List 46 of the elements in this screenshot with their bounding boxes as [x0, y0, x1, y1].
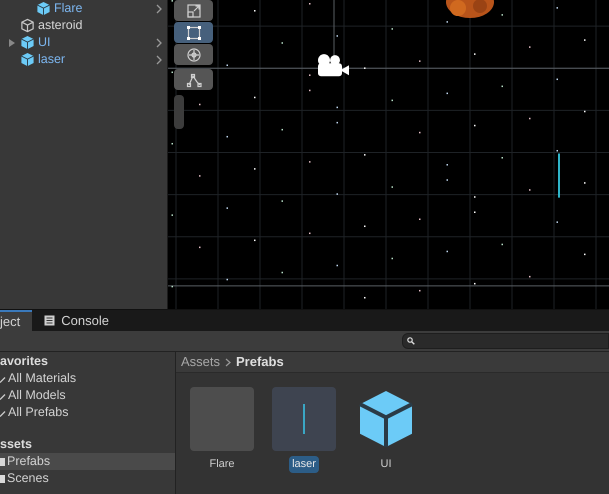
chevron-right-icon: [225, 358, 232, 366]
transform-tool-icon: [186, 46, 202, 62]
panel-tab[interactable]: Console: [32, 310, 121, 331]
folder-icon: [0, 474, 5, 482]
scene-handle[interactable]: [174, 95, 184, 129]
hierarchy-row[interactable]: asteroid: [0, 17, 167, 34]
hierarchy-item[interactable]: laser: [38, 53, 66, 66]
scene-tool-button[interactable]: [174, 22, 213, 43]
breadcrumb-item[interactable]: Assets: [181, 352, 220, 372]
scale-tool-icon: [186, 2, 202, 18]
tree-item[interactable]: Scenes: [0, 470, 175, 487]
scene-tool-button[interactable]: [174, 69, 213, 90]
chevron-right-icon[interactable]: [155, 4, 163, 14]
hierarchy-row[interactable]: Flare: [0, 0, 167, 17]
cube-icon: [20, 52, 35, 67]
asteroid-drawing: [446, 0, 494, 18]
tree-item[interactable]: Prefabs: [0, 453, 175, 470]
asset-thumbnail[interactable]: [190, 387, 254, 451]
rect-tool-icon: [186, 24, 202, 40]
camera-icon: [318, 54, 349, 76]
scene-tool-button[interactable]: [174, 0, 213, 21]
cube-icon: [20, 35, 35, 50]
section-header: avorites: [0, 353, 49, 370]
asset-label[interactable]: laser: [289, 456, 319, 472]
path-tool-icon: [186, 72, 202, 88]
tree-item[interactable]: All Materials: [0, 370, 175, 387]
tree-item[interactable]: All Models: [0, 387, 175, 404]
expand-arrow-icon[interactable]: [9, 38, 15, 46]
console-icon: [44, 315, 56, 326]
tree-item[interactable]: All Prefabs: [0, 404, 175, 421]
breadcrumb-item[interactable]: Prefabs: [236, 352, 284, 372]
hierarchy-row[interactable]: laser: [0, 51, 167, 68]
section-header: ssets: [0, 436, 33, 453]
hierarchy-row[interactable]: UI: [0, 34, 167, 51]
scene-tool-button[interactable]: [174, 44, 213, 65]
asset-label[interactable]: UI: [378, 456, 394, 472]
asset-thumbnail[interactable]: [272, 387, 336, 451]
hierarchy-item[interactable]: asteroid: [38, 19, 82, 32]
asset-label[interactable]: Flare: [206, 456, 238, 472]
folder-icon: [0, 458, 5, 466]
panel-tab[interactable]: ject: [0, 310, 32, 331]
hierarchy-item[interactable]: Flare: [54, 2, 82, 15]
cube-outline-icon: [20, 18, 35, 33]
cube-icon: [36, 1, 51, 16]
hierarchy-item[interactable]: UI: [38, 36, 50, 49]
search-field[interactable]: [402, 333, 609, 349]
